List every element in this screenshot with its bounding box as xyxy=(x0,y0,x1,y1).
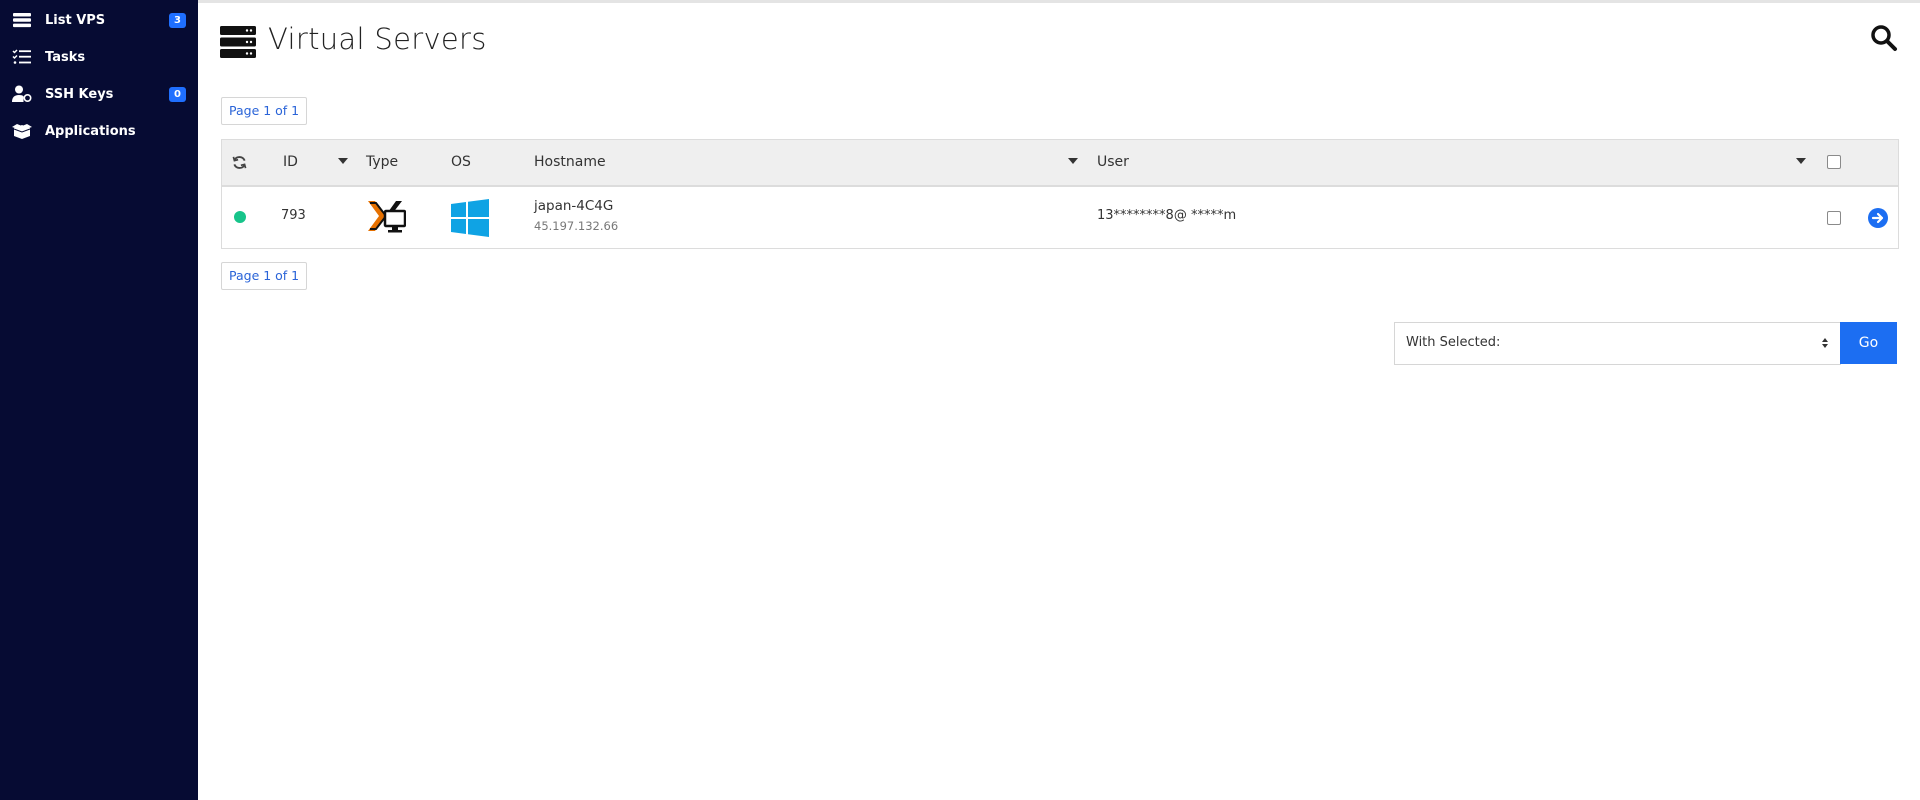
hostname-link[interactable]: japan-4C4G xyxy=(534,198,613,214)
vps-id: 793 xyxy=(281,208,306,223)
table-row[interactable]: 793 japan-4C4G 45.197.132.66 13********8… xyxy=(222,187,1898,248)
pagination-bottom[interactable]: Page 1 of 1 xyxy=(221,262,308,290)
sidebar-item-label: Tasks xyxy=(45,49,86,65)
ip-address: 45.197.132.66 xyxy=(534,219,619,233)
column-header-type: Type xyxy=(366,154,399,170)
windows-logo-icon xyxy=(451,199,489,237)
sidebar-item-tasks[interactable]: Tasks xyxy=(0,39,198,75)
vps-count-badge: 3 xyxy=(169,12,186,28)
proxmox-virtualization-icon xyxy=(368,201,406,233)
go-button[interactable]: Go xyxy=(1840,322,1897,364)
with-selected-dropdown[interactable]: With Selected: xyxy=(1394,322,1841,365)
server-stack-icon xyxy=(220,26,256,58)
top-divider xyxy=(198,0,1920,3)
sidebar: List VPS 3 Tasks SSH Keys 0 Applications xyxy=(0,0,198,800)
sidebar-item-applications[interactable]: Applications xyxy=(0,113,198,149)
refresh-icon[interactable] xyxy=(232,155,247,170)
column-header-user[interactable]: User xyxy=(1097,154,1129,170)
vps-table: ID Type OS Hostname User 793 japan-4C4G … xyxy=(221,139,1899,249)
sidebar-item-label: SSH Keys xyxy=(45,86,114,102)
status-online-indicator xyxy=(234,211,246,223)
sort-hostname-icon[interactable] xyxy=(1068,158,1078,164)
sidebar-item-list-vps[interactable]: List VPS 3 xyxy=(0,2,198,38)
ssh-key-user-icon xyxy=(12,85,32,103)
vps-user: 13********8@ *****m xyxy=(1097,208,1237,223)
column-header-os: OS xyxy=(451,154,471,170)
select-all-checkbox[interactable] xyxy=(1827,155,1841,169)
sidebar-item-label: List VPS xyxy=(45,12,106,28)
pagination-top[interactable]: Page 1 of 1 xyxy=(221,97,308,125)
search-icon[interactable] xyxy=(1870,24,1898,52)
tasks-icon xyxy=(12,49,31,64)
page-title: Virtual Servers xyxy=(268,22,487,56)
sidebar-item-label: Applications xyxy=(45,123,136,139)
dropdown-value: With Selected: xyxy=(1406,335,1501,350)
sort-id-icon[interactable] xyxy=(338,158,348,164)
column-header-id[interactable]: ID xyxy=(283,154,298,170)
table-header: ID Type OS Hostname User xyxy=(222,140,1898,187)
sidebar-item-ssh-keys[interactable]: SSH Keys 0 xyxy=(0,76,198,112)
applications-box-icon xyxy=(12,124,32,139)
sort-user-icon[interactable] xyxy=(1796,158,1806,164)
column-header-hostname[interactable]: Hostname xyxy=(534,154,606,170)
arrow-circle-right-icon[interactable] xyxy=(1868,208,1888,228)
server-list-icon xyxy=(13,13,31,28)
chevron-updown-icon xyxy=(1822,338,1828,348)
ssh-keys-count-badge: 0 xyxy=(169,86,186,102)
row-select-checkbox[interactable] xyxy=(1827,211,1841,225)
